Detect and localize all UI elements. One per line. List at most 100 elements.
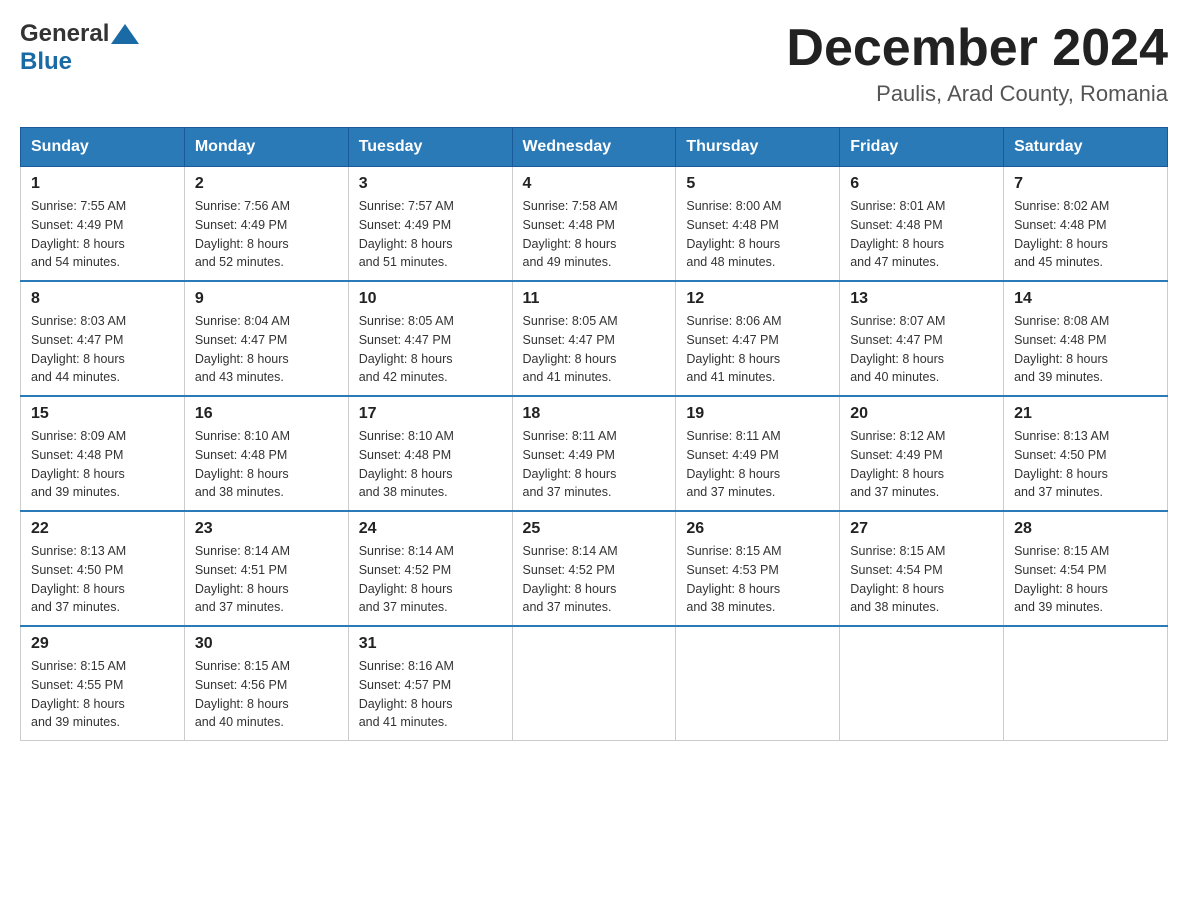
day-info: Sunrise: 8:10 AMSunset: 4:48 PMDaylight:… <box>195 427 338 502</box>
calendar-day-cell: 13Sunrise: 8:07 AMSunset: 4:47 PMDayligh… <box>840 281 1004 396</box>
day-number: 23 <box>195 520 338 538</box>
day-number: 18 <box>523 405 666 423</box>
day-info: Sunrise: 8:15 AMSunset: 4:55 PMDaylight:… <box>31 657 174 732</box>
calendar-day-cell: 23 Sunrise: 8:14 AMSunset: 4:51 PMDayligh… <box>184 511 348 626</box>
calendar-day-cell: 21 Sunrise: 8:13 AMSunset: 4:50 PMDayligh… <box>1004 396 1168 511</box>
calendar-day-cell: 25 Sunrise: 8:14 AMSunset: 4:52 PMDayligh… <box>512 511 676 626</box>
calendar-day-cell: 18 Sunrise: 8:11 AMSunset: 4:49 PMDayligh… <box>512 396 676 511</box>
day-number: 25 <box>523 520 666 538</box>
calendar-day-cell: 6Sunrise: 8:01 AMSunset: 4:48 PMDaylight… <box>840 167 1004 282</box>
col-friday: Friday <box>840 128 1004 167</box>
calendar-day-cell <box>1004 626 1168 741</box>
day-info: Sunrise: 8:13 AMSunset: 4:50 PMDaylight:… <box>31 542 174 617</box>
logo-flag-icon <box>111 24 139 44</box>
calendar-day-cell <box>676 626 840 741</box>
day-number: 9 <box>195 290 338 308</box>
logo-blue-text: Blue <box>20 48 72 76</box>
day-number: 16 <box>195 405 338 423</box>
calendar-day-cell: 7Sunrise: 8:02 AMSunset: 4:48 PMDaylight… <box>1004 167 1168 282</box>
day-info: Sunrise: 8:15 AMSunset: 4:56 PMDaylight:… <box>195 657 338 732</box>
calendar-header-row: Sunday Monday Tuesday Wednesday Thursday… <box>21 128 1168 167</box>
calendar-day-cell: 28 Sunrise: 8:15 AMSunset: 4:54 PMDayligh… <box>1004 511 1168 626</box>
calendar-week-row: 1Sunrise: 7:55 AMSunset: 4:49 PMDaylight… <box>21 167 1168 282</box>
calendar-table: Sunday Monday Tuesday Wednesday Thursday… <box>20 127 1168 741</box>
day-info: Sunrise: 7:58 AMSunset: 4:48 PMDaylight:… <box>523 197 666 272</box>
calendar-day-cell <box>840 626 1004 741</box>
day-number: 5 <box>686 175 829 193</box>
col-monday: Monday <box>184 128 348 167</box>
calendar-day-cell: 5Sunrise: 8:00 AMSunset: 4:48 PMDaylight… <box>676 167 840 282</box>
calendar-week-row: 29Sunrise: 8:15 AMSunset: 4:55 PMDayligh… <box>21 626 1168 741</box>
calendar-day-cell: 2 Sunrise: 7:56 AMSunset: 4:49 PMDaylight… <box>184 167 348 282</box>
calendar-week-row: 8 Sunrise: 8:03 AMSunset: 4:47 PMDaylight… <box>21 281 1168 396</box>
calendar-day-cell: 30Sunrise: 8:15 AMSunset: 4:56 PMDayligh… <box>184 626 348 741</box>
day-number: 12 <box>686 290 829 308</box>
day-number: 27 <box>850 520 993 538</box>
day-number: 10 <box>359 290 502 308</box>
day-number: 4 <box>523 175 666 193</box>
day-number: 21 <box>1014 405 1157 423</box>
calendar-day-cell: 10 Sunrise: 8:05 AMSunset: 4:47 PMDayligh… <box>348 281 512 396</box>
calendar-day-cell: 15Sunrise: 8:09 AMSunset: 4:48 PMDayligh… <box>21 396 185 511</box>
calendar-day-cell: 1Sunrise: 7:55 AMSunset: 4:49 PMDaylight… <box>21 167 185 282</box>
calendar-day-cell: 11Sunrise: 8:05 AMSunset: 4:47 PMDayligh… <box>512 281 676 396</box>
calendar-day-cell <box>512 626 676 741</box>
col-wednesday: Wednesday <box>512 128 676 167</box>
calendar-day-cell: 16 Sunrise: 8:10 AMSunset: 4:48 PMDayligh… <box>184 396 348 511</box>
calendar-location: Paulis, Arad County, Romania <box>786 81 1168 107</box>
calendar-day-cell: 17Sunrise: 8:10 AMSunset: 4:48 PMDayligh… <box>348 396 512 511</box>
calendar-day-cell: 26Sunrise: 8:15 AMSunset: 4:53 PMDayligh… <box>676 511 840 626</box>
day-number: 3 <box>359 175 502 193</box>
day-info: Sunrise: 8:11 AMSunset: 4:49 PMDaylight:… <box>686 427 829 502</box>
day-info: Sunrise: 8:10 AMSunset: 4:48 PMDaylight:… <box>359 427 502 502</box>
day-info: Sunrise: 8:03 AMSunset: 4:47 PMDaylight:… <box>31 312 174 387</box>
calendar-day-cell: 8 Sunrise: 8:03 AMSunset: 4:47 PMDaylight… <box>21 281 185 396</box>
day-info: Sunrise: 8:07 AMSunset: 4:47 PMDaylight:… <box>850 312 993 387</box>
day-number: 2 <box>195 175 338 193</box>
day-info: Sunrise: 8:16 AMSunset: 4:57 PMDaylight:… <box>359 657 502 732</box>
calendar-day-cell: 12 Sunrise: 8:06 AMSunset: 4:47 PMDayligh… <box>676 281 840 396</box>
day-number: 6 <box>850 175 993 193</box>
day-number: 20 <box>850 405 993 423</box>
day-info: Sunrise: 8:02 AMSunset: 4:48 PMDaylight:… <box>1014 197 1157 272</box>
calendar-day-cell: 20 Sunrise: 8:12 AMSunset: 4:49 PMDayligh… <box>840 396 1004 511</box>
day-info: Sunrise: 8:14 AMSunset: 4:52 PMDaylight:… <box>359 542 502 617</box>
calendar-day-cell: 27 Sunrise: 8:15 AMSunset: 4:54 PMDayligh… <box>840 511 1004 626</box>
day-number: 8 <box>31 290 174 308</box>
day-number: 14 <box>1014 290 1157 308</box>
calendar-day-cell: 14 Sunrise: 8:08 AMSunset: 4:48 PMDayligh… <box>1004 281 1168 396</box>
day-info: Sunrise: 8:08 AMSunset: 4:48 PMDaylight:… <box>1014 312 1157 387</box>
day-number: 31 <box>359 635 502 653</box>
day-info: Sunrise: 8:13 AMSunset: 4:50 PMDaylight:… <box>1014 427 1157 502</box>
calendar-day-cell: 29Sunrise: 8:15 AMSunset: 4:55 PMDayligh… <box>21 626 185 741</box>
day-info: Sunrise: 8:05 AMSunset: 4:47 PMDaylight:… <box>359 312 502 387</box>
day-number: 15 <box>31 405 174 423</box>
day-number: 11 <box>523 290 666 308</box>
day-info: Sunrise: 8:12 AMSunset: 4:49 PMDaylight:… <box>850 427 993 502</box>
col-sunday: Sunday <box>21 128 185 167</box>
calendar-day-cell: 4 Sunrise: 7:58 AMSunset: 4:48 PMDaylight… <box>512 167 676 282</box>
day-number: 19 <box>686 405 829 423</box>
day-info: Sunrise: 8:04 AMSunset: 4:47 PMDaylight:… <box>195 312 338 387</box>
day-info: Sunrise: 8:15 AMSunset: 4:54 PMDaylight:… <box>1014 542 1157 617</box>
day-number: 22 <box>31 520 174 538</box>
day-number: 28 <box>1014 520 1157 538</box>
logo: General Blue <box>20 20 139 76</box>
page-header: General Blue December 2024 Paulis, Arad … <box>20 20 1168 107</box>
col-saturday: Saturday <box>1004 128 1168 167</box>
day-info: Sunrise: 8:14 AMSunset: 4:51 PMDaylight:… <box>195 542 338 617</box>
day-info: Sunrise: 7:56 AMSunset: 4:49 PMDaylight:… <box>195 197 338 272</box>
day-info: Sunrise: 7:57 AMSunset: 4:49 PMDaylight:… <box>359 197 502 272</box>
day-number: 1 <box>31 175 174 193</box>
day-info: Sunrise: 8:14 AMSunset: 4:52 PMDaylight:… <box>523 542 666 617</box>
day-info: Sunrise: 8:11 AMSunset: 4:49 PMDaylight:… <box>523 427 666 502</box>
day-info: Sunrise: 8:06 AMSunset: 4:47 PMDaylight:… <box>686 312 829 387</box>
calendar-month-year: December 2024 <box>786 20 1168 77</box>
col-tuesday: Tuesday <box>348 128 512 167</box>
calendar-week-row: 15Sunrise: 8:09 AMSunset: 4:48 PMDayligh… <box>21 396 1168 511</box>
day-info: Sunrise: 8:15 AMSunset: 4:53 PMDaylight:… <box>686 542 829 617</box>
calendar-day-cell: 3 Sunrise: 7:57 AMSunset: 4:49 PMDaylight… <box>348 167 512 282</box>
day-info: Sunrise: 8:15 AMSunset: 4:54 PMDaylight:… <box>850 542 993 617</box>
col-thursday: Thursday <box>676 128 840 167</box>
calendar-day-cell: 24Sunrise: 8:14 AMSunset: 4:52 PMDayligh… <box>348 511 512 626</box>
